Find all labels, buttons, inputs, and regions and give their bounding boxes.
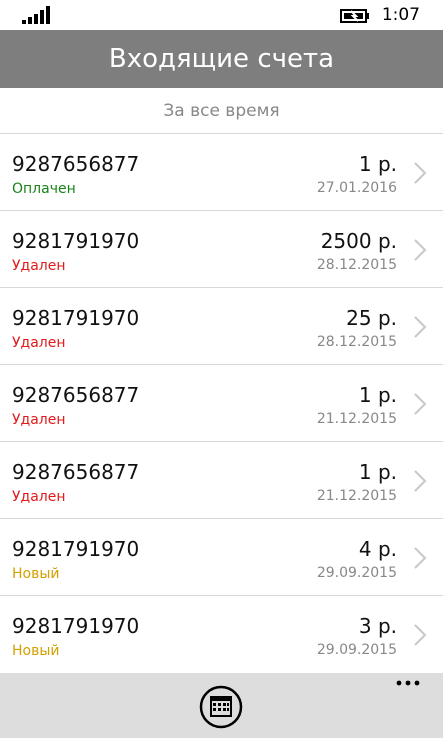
chevron-right-icon bbox=[414, 470, 427, 492]
invoice-row[interactable]: 9281791970 Новый 4 р. 29.09.2015 bbox=[0, 518, 443, 595]
invoice-list: 9287656877 Оплачен 1 р. 27.01.2016 92817… bbox=[0, 133, 443, 673]
invoice-date: 28.12.2015 bbox=[316, 334, 397, 350]
invoice-phone: 9287656877 bbox=[12, 383, 140, 407]
invoice-amount: 2500 р. bbox=[320, 229, 397, 253]
invoice-status: Удален bbox=[12, 489, 66, 505]
invoice-status: Удален bbox=[12, 258, 66, 274]
invoice-date: 21.12.2015 bbox=[316, 411, 397, 427]
invoice-row[interactable]: 9281791970 Удален 25 р. 28.12.2015 bbox=[0, 287, 443, 364]
invoice-status: Новый bbox=[12, 566, 60, 582]
chevron-right-icon bbox=[414, 624, 427, 646]
period-filter[interactable]: За все время bbox=[0, 88, 443, 133]
invoice-amount: 1 р. bbox=[358, 383, 397, 407]
battery-charging-icon bbox=[340, 9, 369, 23]
invoice-date: 27.01.2016 bbox=[316, 180, 397, 196]
invoice-status: Новый bbox=[12, 643, 60, 659]
invoice-row[interactable]: 9287656877 Удален 1 р. 21.12.2015 bbox=[0, 364, 443, 441]
invoice-status: Удален bbox=[12, 335, 66, 351]
clock: 1:07 bbox=[381, 5, 420, 25]
app-bar bbox=[0, 673, 443, 738]
invoice-phone: 9287656877 bbox=[12, 460, 140, 484]
invoice-date: 28.12.2015 bbox=[316, 257, 397, 273]
chevron-right-icon bbox=[414, 316, 427, 338]
invoice-phone: 9287656877 bbox=[12, 152, 140, 176]
invoice-date: 29.09.2015 bbox=[316, 565, 397, 581]
calendar-icon[interactable] bbox=[198, 684, 244, 730]
invoice-phone: 9281791970 bbox=[12, 229, 140, 253]
invoice-amount: 1 р. bbox=[358, 460, 397, 484]
invoice-row[interactable]: 9281791970 Удален 2500 р. 28.12.2015 bbox=[0, 210, 443, 287]
invoice-date: 29.09.2015 bbox=[316, 642, 397, 658]
chevron-right-icon bbox=[414, 239, 427, 261]
invoice-row[interactable]: 9287656877 Оплачен 1 р. 27.01.2016 bbox=[0, 133, 443, 210]
invoice-date: 21.12.2015 bbox=[316, 488, 397, 504]
invoice-status: Оплачен bbox=[12, 181, 76, 197]
chevron-right-icon bbox=[414, 393, 427, 415]
invoice-amount: 1 р. bbox=[358, 152, 397, 176]
status-bar: 1:07 bbox=[0, 0, 443, 30]
more-dots-icon[interactable] bbox=[395, 675, 421, 691]
invoice-amount: 25 р. bbox=[346, 306, 397, 330]
chevron-right-icon bbox=[414, 162, 427, 184]
invoice-row[interactable]: 9287656877 Удален 1 р. 21.12.2015 bbox=[0, 441, 443, 518]
invoice-amount: 3 р. bbox=[358, 614, 397, 638]
invoice-phone: 9281791970 bbox=[12, 306, 140, 330]
invoice-status: Удален bbox=[12, 412, 66, 428]
invoice-row[interactable]: 9281791970 Новый 3 р. 29.09.2015 bbox=[0, 595, 443, 672]
signal-icon bbox=[22, 6, 50, 24]
invoice-amount: 4 р. bbox=[358, 537, 397, 561]
page-title: Входящие счета bbox=[0, 30, 443, 88]
invoice-phone: 9281791970 bbox=[12, 614, 140, 638]
invoice-phone: 9281791970 bbox=[12, 537, 140, 561]
chevron-right-icon bbox=[414, 547, 427, 569]
